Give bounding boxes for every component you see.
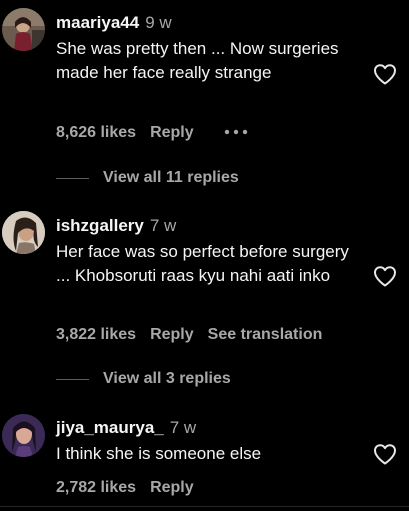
view-replies-label: View all 3 replies [103,370,231,387]
see-translation-button[interactable]: See translation [208,326,323,343]
avatar[interactable] [2,414,45,457]
comment-age: 7 w [149,216,177,235]
like-count: 2,782 likes [56,479,137,496]
comment-text: I think she is someone else [56,444,262,463]
like-count: 8,626 likes [56,124,137,141]
comment-text: Her face was so perfect before surgery .… [56,242,349,285]
more-horizontal-icon[interactable] [223,126,249,138]
avatar[interactable] [2,8,45,51]
reply-button[interactable]: Reply [150,124,194,141]
username[interactable]: jiya_maurya_ [56,418,164,437]
heart-outline-icon[interactable] [373,443,397,465]
user-avatar-photo-icon [2,414,45,457]
reply-button[interactable]: Reply [150,479,194,496]
heart-outline-icon[interactable] [373,63,397,85]
bottom-divider [0,506,409,507]
replies-divider [56,177,89,179]
comment-actions: 3,822 likes Reply See translation [56,325,322,345]
avatar[interactable] [2,211,45,254]
username[interactable]: ishzgallery [56,216,144,235]
view-replies-button[interactable]: View all 11 replies [56,169,239,191]
comment-header: maariya44 9 w [56,12,172,34]
heart-outline-icon[interactable] [373,265,397,287]
view-replies-button[interactable]: View all 3 replies [56,370,231,392]
comment-text: She was pretty then ... Now surgeries ma… [56,39,339,82]
like-count: 3,822 likes [56,326,137,343]
view-replies-label: View all 11 replies [103,169,239,186]
comment-actions: 8,626 likes Reply [56,123,194,143]
reply-button[interactable]: Reply [150,326,194,343]
comment-header: jiya_maurya_ 7 w [56,417,196,439]
comment-actions: 2,782 likes Reply [56,478,194,498]
user-avatar-photo-icon [2,8,45,51]
comment-header: ishzgallery 7 w [56,215,176,237]
comment-age: 9 w [145,13,172,32]
replies-divider [56,378,89,380]
user-avatar-photo-icon [2,211,45,254]
username[interactable]: maariya44 [56,13,139,32]
comment-age: 7 w [169,418,197,437]
